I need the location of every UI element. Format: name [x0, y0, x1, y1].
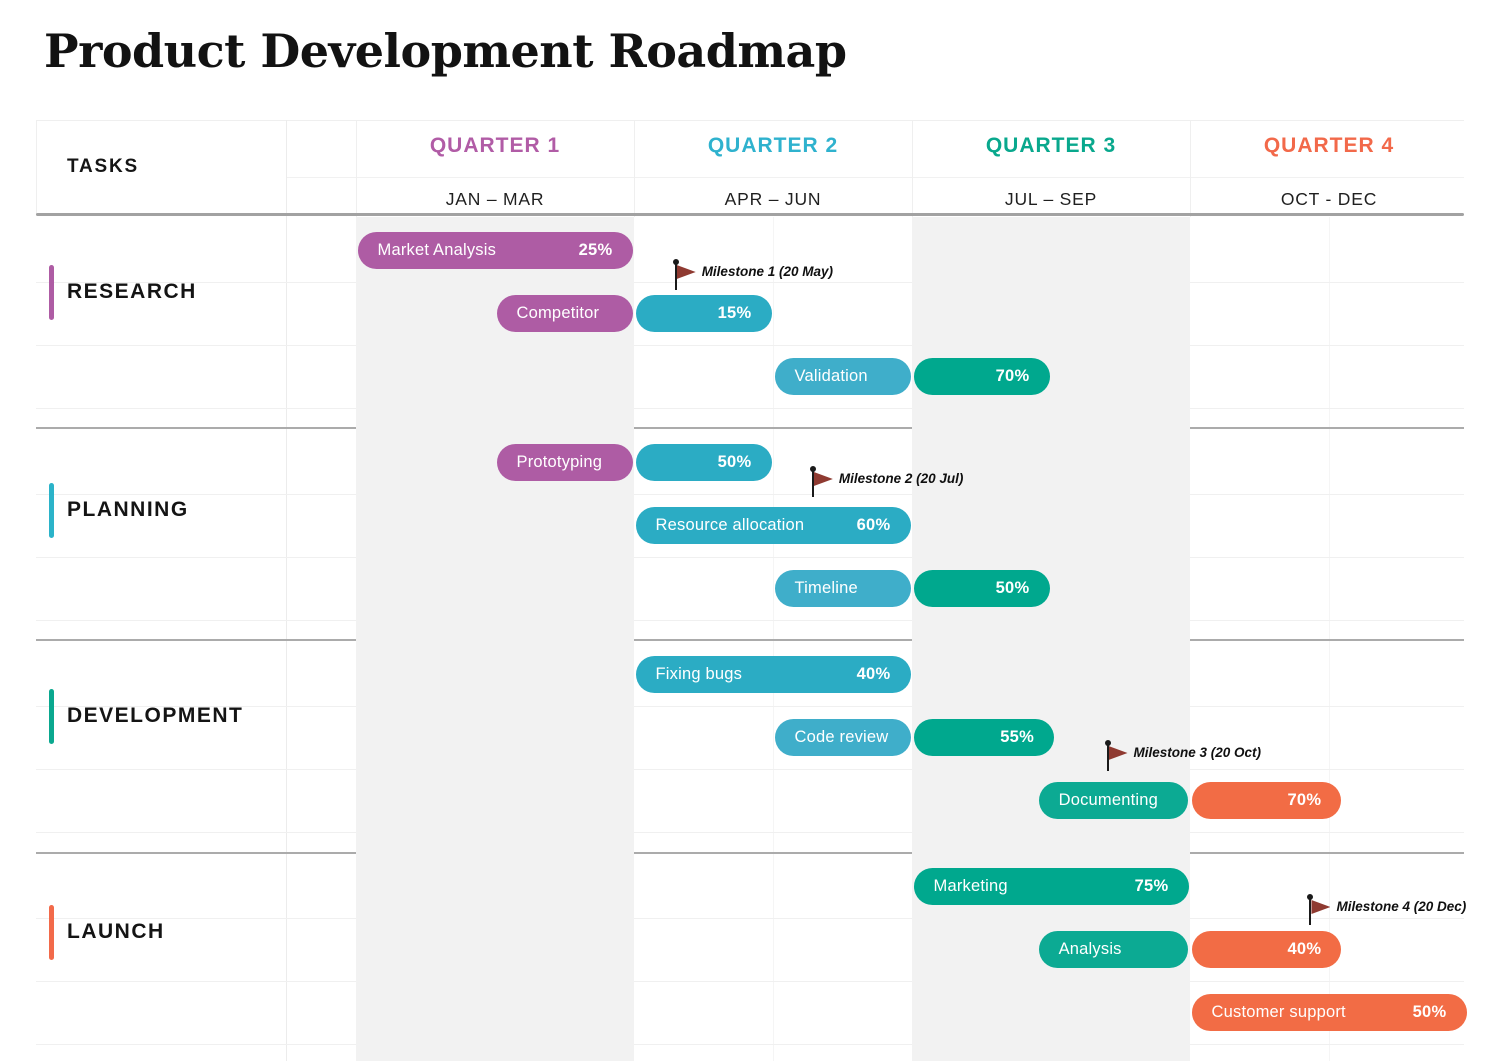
- task-bar-value: 15%: [718, 295, 752, 332]
- quarter-1-months: JAN – MAR: [446, 189, 545, 210]
- task-bar-segment: 15%: [636, 295, 772, 332]
- lane-line: [36, 494, 1464, 495]
- row-label-research: RESEARCH: [67, 280, 197, 304]
- quarter-3-months: JUL – SEP: [1005, 189, 1097, 210]
- task-bar-value: 60%: [857, 507, 891, 544]
- row-label-planning: PLANNING: [67, 498, 189, 522]
- task-bar-label: Code review: [795, 719, 889, 756]
- task-bar-segment: Analysis: [1039, 931, 1189, 968]
- milestone-label: Milestone 2 (20 Jul): [839, 472, 964, 486]
- milestone-label: Milestone 4 (20 Dec): [1336, 900, 1466, 914]
- lane-line: [36, 282, 1464, 283]
- task-bar-label: Competitor: [517, 295, 600, 332]
- task-bar-value: 75%: [1135, 868, 1169, 905]
- header-left-line: [36, 120, 37, 215]
- quarter-2-header: QUARTER 2: [708, 134, 838, 158]
- milestone-label: Milestone 1 (20 May): [702, 265, 833, 279]
- lane-line: [36, 557, 1464, 558]
- milestone-pole: [812, 470, 814, 497]
- task-bar-segment: 70%: [914, 358, 1050, 395]
- task-bar-segment: 40%: [1192, 931, 1342, 968]
- quarter-boundary-line-2: [634, 120, 635, 217]
- lane-line: [36, 832, 1464, 833]
- task-bar-value: 50%: [718, 444, 752, 481]
- quarter-1-header: QUARTER 1: [430, 134, 560, 158]
- quarter-boundary-line-1: [356, 120, 357, 217]
- task-bar-label: Analysis: [1059, 931, 1122, 968]
- row-label-launch: LAUNCH: [67, 920, 165, 944]
- task-bar-segment: 50%: [636, 444, 772, 481]
- page-title: Product Development Roadmap: [44, 26, 847, 76]
- lane-line: [36, 706, 1464, 707]
- tasks-column-header: TASKS: [67, 156, 139, 178]
- header-rule: [36, 213, 1464, 216]
- roadmap-canvas: Product Development Roadmap TASKS QUARTE…: [0, 0, 1500, 1061]
- quarter-boundary-line-4: [1190, 120, 1191, 217]
- header-top-line: [36, 120, 1464, 121]
- task-bar-value: 70%: [1287, 782, 1321, 819]
- task-bar-segment: 50%: [914, 570, 1050, 607]
- milestone-label: Milestone 3 (20 Oct): [1134, 746, 1262, 760]
- row-tick-development: [49, 689, 54, 744]
- quarter-boundary-line-3: [912, 120, 913, 217]
- task-bar-segment: Documenting: [1039, 782, 1189, 819]
- row-tick-research: [49, 265, 54, 320]
- task-bar-value: 55%: [1000, 719, 1034, 756]
- task-bar-value: 50%: [996, 570, 1030, 607]
- lane-line: [36, 918, 1464, 919]
- lane-line: [36, 981, 1464, 982]
- row-tick-launch: [49, 905, 54, 960]
- task-bar-segment: Resource allocation 60%: [636, 507, 911, 544]
- task-bar-label: Marketing: [934, 868, 1008, 905]
- milestone-pole: [1309, 898, 1311, 925]
- header-mid-line: [286, 177, 1464, 178]
- lane-line: [36, 1044, 1464, 1045]
- task-bar-label: Documenting: [1059, 782, 1158, 819]
- task-bar-label: Timeline: [795, 570, 858, 607]
- task-bar-segment: Customer support 50%: [1192, 994, 1467, 1031]
- row-separator-3: [36, 852, 1464, 854]
- task-bar-segment: Market Analysis 25%: [358, 232, 633, 269]
- task-bar-label: Market Analysis: [378, 232, 497, 269]
- task-bar-value: 40%: [1287, 931, 1321, 968]
- task-bar-segment: Marketing 75%: [914, 868, 1189, 905]
- task-bar-segment: Fixing bugs 40%: [636, 656, 911, 693]
- row-tick-planning: [49, 483, 54, 538]
- task-bar-segment: Prototyping: [497, 444, 633, 481]
- task-bar-value: 70%: [996, 358, 1030, 395]
- milestone-flag-icon: [677, 265, 696, 279]
- task-bar-value: 40%: [857, 656, 891, 693]
- milestone-flag-icon: [1311, 900, 1330, 914]
- milestone-pole: [1107, 744, 1109, 771]
- lane-line: [36, 769, 1464, 770]
- task-bar-label: Customer support: [1212, 994, 1346, 1031]
- q1-shade-column: [356, 217, 634, 1061]
- task-bar-segment: Code review: [775, 719, 911, 756]
- task-bar-segment: 55%: [914, 719, 1055, 756]
- quarter-4-header: QUARTER 4: [1264, 134, 1394, 158]
- quarter-3-header: QUARTER 3: [986, 134, 1116, 158]
- task-bar-value: 50%: [1413, 994, 1447, 1031]
- task-bar-segment: 70%: [1192, 782, 1342, 819]
- row-separator-2: [36, 639, 1464, 641]
- task-bar-segment: Timeline: [775, 570, 911, 607]
- task-bar-label: Resource allocation: [656, 507, 805, 544]
- task-bar-label: Fixing bugs: [656, 656, 743, 693]
- task-bar-segment: Validation: [775, 358, 911, 395]
- lane-line: [36, 345, 1464, 346]
- milestone-flag-icon: [814, 472, 833, 486]
- tasks-column-divider: [286, 120, 287, 1061]
- quarter-4-months: OCT - DEC: [1281, 189, 1377, 210]
- row-label-development: DEVELOPMENT: [67, 704, 243, 728]
- task-bar-label: Prototyping: [517, 444, 603, 481]
- lane-line: [36, 620, 1464, 621]
- quarter-2-months: APR – JUN: [725, 189, 822, 210]
- milestone-pole: [675, 263, 677, 290]
- lane-line: [36, 408, 1464, 409]
- row-separator-1: [36, 427, 1464, 429]
- task-bar-segment: Competitor: [497, 295, 633, 332]
- task-bar-value: 25%: [579, 232, 613, 269]
- task-bar-label: Validation: [795, 358, 868, 395]
